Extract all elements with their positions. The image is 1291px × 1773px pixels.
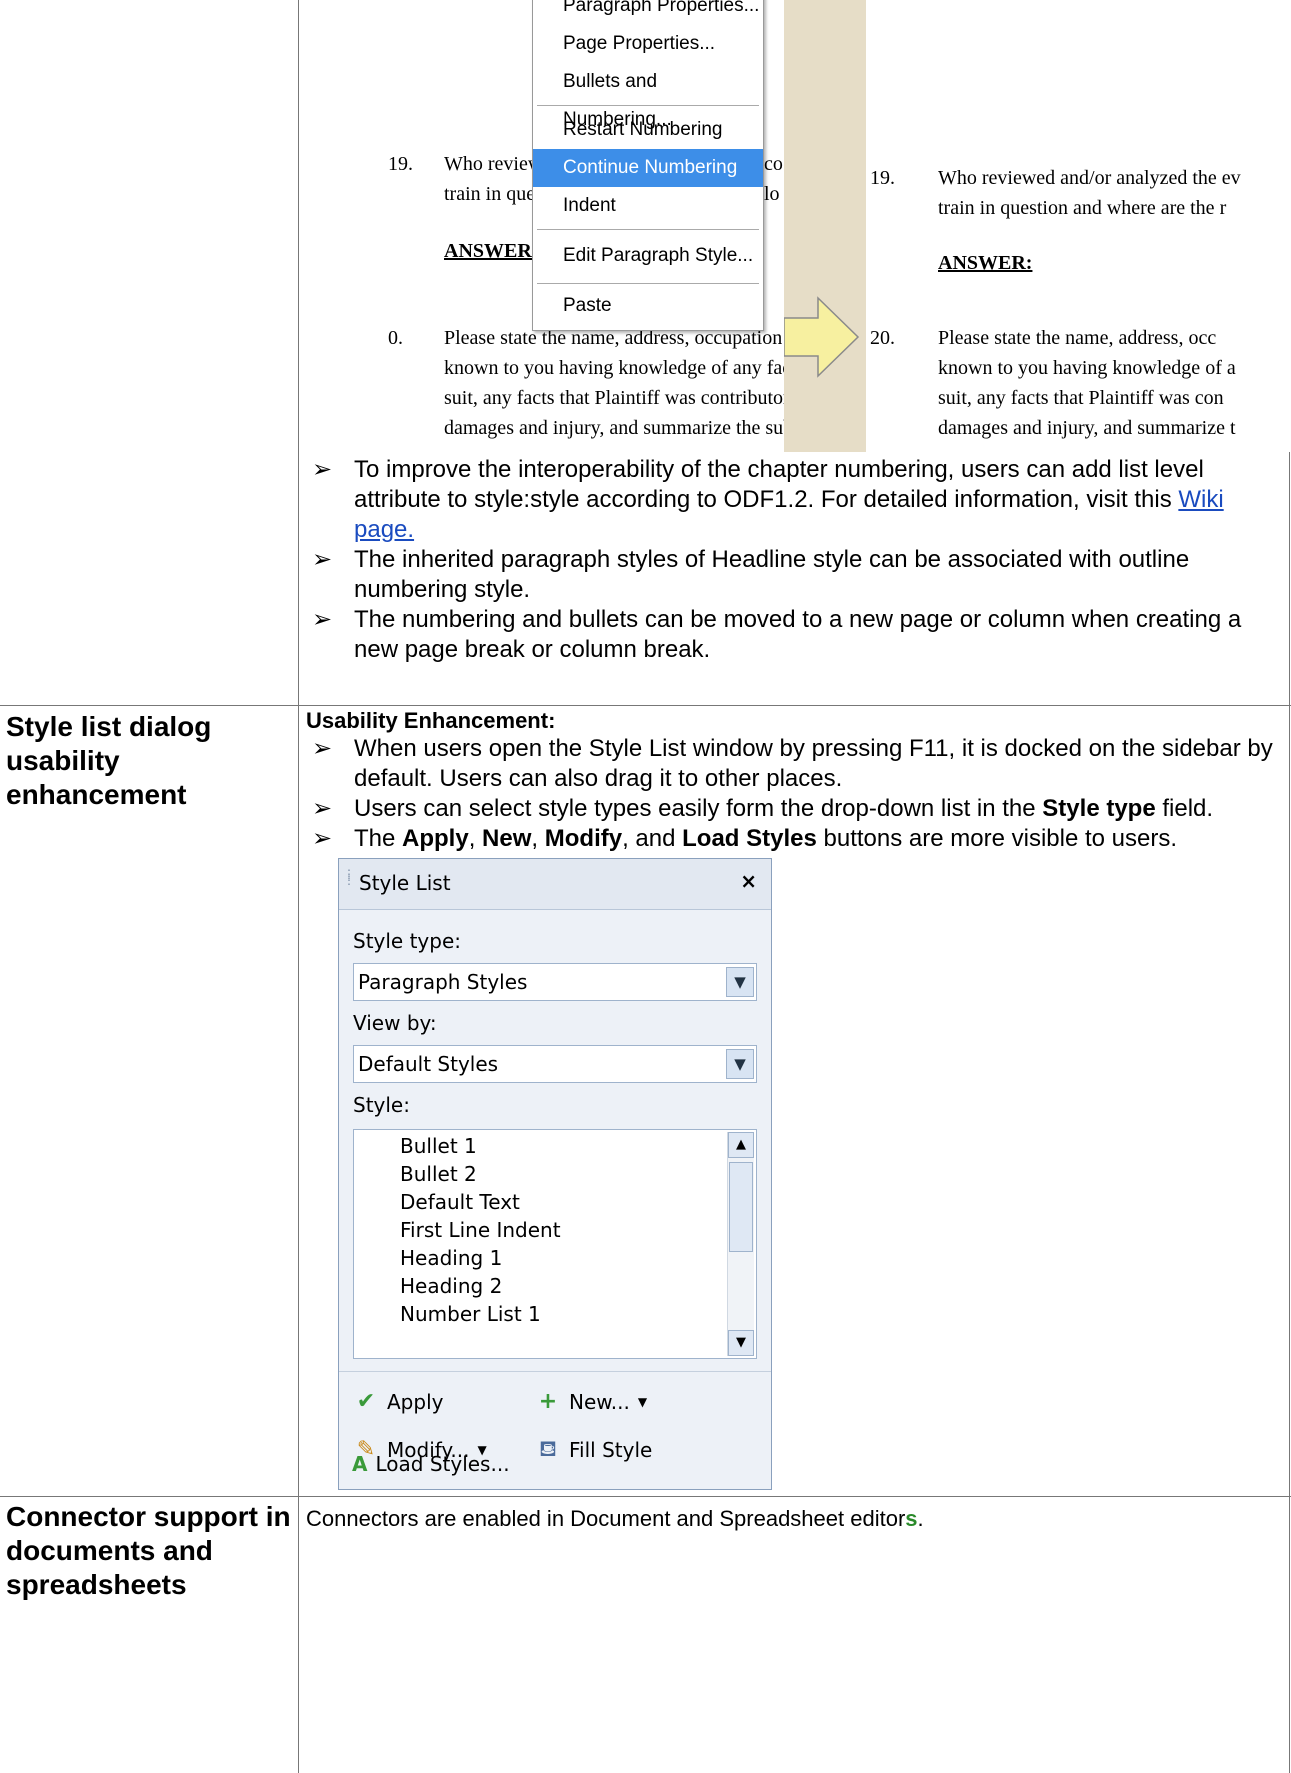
row-divider: [0, 705, 1291, 706]
list-item[interactable]: Heading 2: [400, 1274, 502, 1298]
doc-text: co: [764, 153, 783, 175]
doc-text: damages and injury, and summarize t: [938, 417, 1236, 439]
dropdown-arrow-icon[interactable]: ▼: [638, 1395, 647, 1409]
bullet-arrow-icon: ➢: [312, 825, 333, 852]
menu-item-paragraph-properties[interactable]: Paragraph Properties...: [533, 0, 763, 25]
usability-bullet-list: ➢ When users open the Style List window b…: [310, 734, 1285, 854]
list-item[interactable]: Bullet 1: [400, 1134, 477, 1158]
document-after: 19. Who reviewed and/or analyzed the ev …: [866, 0, 1291, 452]
list-item: ➢ The inherited paragraph styles of Headl…: [312, 546, 1190, 603]
doc-text: damages and injury, and summarize the su…: [444, 417, 808, 439]
list-item[interactable]: Number List 1: [400, 1302, 541, 1326]
scroll-down-icon[interactable]: ▼: [728, 1330, 754, 1356]
new-button[interactable]: + New... ▼: [535, 1389, 647, 1415]
bullet-arrow-icon: ➢: [312, 735, 333, 762]
feature-title: Style list dialog usability enhancement: [6, 711, 212, 810]
close-icon[interactable]: ×: [740, 869, 757, 893]
menu-item-page-properties[interactable]: Page Properties...: [533, 25, 763, 63]
menu-item-bullets-numbering[interactable]: Bullets and Numbering...: [533, 63, 763, 130]
list-item[interactable]: Bullet 2: [400, 1162, 477, 1186]
view-by-dropdown[interactable]: Default Styles ▼: [353, 1045, 757, 1083]
drag-handle-icon[interactable]: ⋮ ⋮: [343, 868, 355, 886]
scrollbar-thumb[interactable]: [729, 1162, 753, 1252]
row-divider: [0, 1496, 1291, 1497]
document-before: 19. Who review co train in que lo ANSWER…: [380, 0, 808, 452]
chevron-down-icon[interactable]: ▼: [726, 1049, 754, 1079]
bullet-arrow-icon: ➢: [312, 606, 333, 633]
list-item[interactable]: Default Text: [400, 1190, 520, 1214]
menu-item-continue-numbering[interactable]: Continue Numbering: [533, 149, 763, 187]
bullet-arrow-icon: ➢: [312, 795, 333, 822]
panel-titlebar[interactable]: ⋮ ⋮ Style List ×: [339, 859, 771, 910]
connector-description: Connectors are enabled in Document and S…: [306, 1506, 924, 1531]
list-item[interactable]: Heading 1: [400, 1246, 502, 1270]
context-menu: Paragraph Properties... Page Properties.…: [532, 0, 764, 331]
list-item: ➢ The Apply, New, Modify, and Load Styles…: [312, 825, 1178, 852]
style-type-dropdown[interactable]: Paragraph Styles ▼: [353, 963, 757, 1001]
doc-text: lo: [764, 183, 780, 205]
section-subheading: Usability Enhancement:: [306, 708, 556, 733]
list-number: 19.: [388, 153, 413, 175]
doc-text: suit, any facts that Plaintiff was contr…: [444, 387, 796, 409]
load-styles-icon: A: [352, 1452, 368, 1476]
answer-heading: ANSWER:: [938, 252, 1033, 274]
plus-icon: +: [538, 1389, 558, 1414]
doc-text: known to you having knowledge of a: [938, 357, 1236, 379]
style-type-label: Style type:: [353, 929, 462, 953]
doc-text: Who reviewed and/or analyzed the ev: [938, 167, 1241, 189]
list-item: ➢ When users open the Style List window b…: [312, 735, 1273, 792]
load-styles-button[interactable]: A Load Styles...: [352, 1452, 510, 1476]
list-item: ➢ Users can select style types easily for…: [312, 795, 1214, 822]
bullet-arrow-icon: ➢: [312, 456, 333, 483]
column-divider: [298, 0, 299, 1773]
divider: [339, 1371, 771, 1372]
menu-item-restart-numbering[interactable]: Restart Numbering: [533, 111, 763, 149]
numbering-bullet-list: ➢ To improve the interoperability of the …: [310, 455, 1285, 665]
list-item[interactable]: First Line Indent: [400, 1218, 561, 1242]
list-item: ➢ The numbering and bullets can be moved …: [312, 606, 1242, 663]
list-number: 19.: [870, 167, 895, 189]
doc-text: Who review: [444, 153, 543, 175]
menu-item-paste[interactable]: Paste: [533, 287, 763, 325]
menu-separator: [537, 229, 759, 230]
list-number: 20.: [870, 327, 895, 349]
style-listbox[interactable]: Bullet 1 Bullet 2 Default Text First Lin…: [353, 1129, 757, 1359]
screenshot-divider: [783, 0, 866, 452]
list-number: 0.: [388, 327, 403, 349]
arrow-right-icon: [783, 296, 860, 378]
fill-style-button[interactable]: ⛾ Fill Style: [535, 1437, 652, 1463]
menu-item-edit-paragraph-style[interactable]: Edit Paragraph Style...: [533, 237, 763, 275]
doc-text: train in que: [444, 183, 536, 205]
doc-text: suit, any facts that Plaintiff was con: [938, 387, 1224, 409]
scrollbar[interactable]: ▲ ▼: [727, 1132, 754, 1356]
list-item: ➢ To improve the interoperability of the …: [312, 456, 1224, 543]
chevron-down-icon[interactable]: ▼: [726, 967, 754, 997]
checkmark-icon: ✔: [356, 1389, 376, 1414]
paint-bucket-icon: ⛾: [539, 1437, 557, 1462]
answer-heading: ANSWER:: [444, 240, 539, 262]
menu-item-indent[interactable]: Indent: [533, 187, 763, 225]
menu-separator: [537, 105, 759, 106]
numbering-screenshot: 19. Who review co train in que lo ANSWER…: [380, 0, 1291, 452]
menu-separator: [537, 283, 759, 284]
feature-title: Connector support in documents and sprea…: [6, 1501, 291, 1600]
view-by-label: View by:: [353, 1011, 437, 1035]
panel-title: Style List: [359, 871, 451, 895]
doc-text: Please state the name, address, occ: [938, 327, 1217, 349]
apply-button[interactable]: ✔ Apply: [353, 1389, 444, 1415]
bullet-arrow-icon: ➢: [312, 546, 333, 573]
style-label: Style:: [353, 1093, 410, 1117]
doc-text: known to you having knowledge of any fac…: [444, 357, 805, 379]
scroll-up-icon[interactable]: ▲: [728, 1132, 754, 1158]
style-list-panel: ⋮ ⋮ Style List × Style type: Paragraph St…: [338, 858, 772, 1490]
doc-text: train in question and where are the r: [938, 197, 1227, 219]
